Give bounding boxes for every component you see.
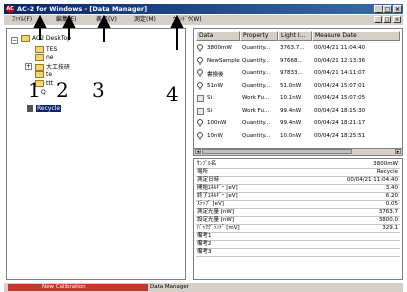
annotation-label: 1: [28, 78, 41, 102]
annotation-label: 2: [56, 78, 69, 102]
annotation-arrows: [33, 14, 184, 50]
annotation-label: 3: [92, 78, 105, 102]
arrow-4-head: [170, 14, 184, 28]
annotation-label: 4: [166, 82, 179, 106]
arrow-2-head: [62, 14, 76, 28]
arrow-3-head: [97, 14, 111, 28]
arrow-1-head: [33, 14, 47, 28]
